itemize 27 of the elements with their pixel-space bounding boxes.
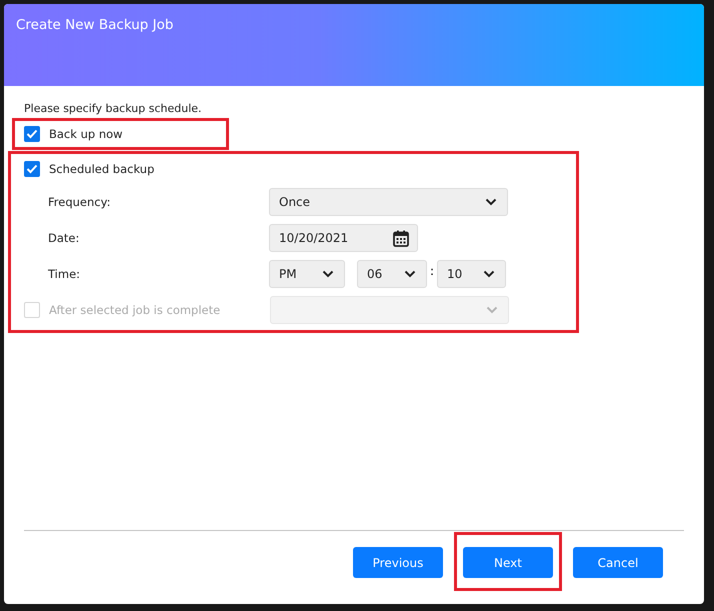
- checkbox-label: Scheduled backup: [49, 162, 154, 176]
- field-label: Time:: [48, 267, 82, 281]
- checkbox-label: Back up now: [49, 127, 123, 141]
- time-separator: :: [428, 264, 436, 278]
- dialog-button[interactable]: Next: [463, 547, 553, 578]
- checkbox[interactable]: [24, 161, 40, 177]
- calendar-icon: [393, 230, 409, 246]
- instruction-text: Please specify backup schedule.: [24, 102, 203, 117]
- field-label: Date:: [48, 231, 80, 245]
- date-field[interactable]: 10/20/2021: [269, 224, 418, 252]
- chevron-icon: [404, 270, 416, 278]
- dialog-title: Create New Backup Job: [15, 16, 174, 33]
- dropdown[interactable]: Once: [269, 188, 508, 216]
- chevron-icon: [322, 270, 334, 278]
- dropdown[interactable]: 06: [357, 260, 427, 288]
- chevron-icon: [486, 306, 498, 314]
- checkbox-label: After selected job is complete: [49, 303, 222, 317]
- dropdown[interactable]: PM: [269, 260, 345, 288]
- dropdown[interactable]: 10: [437, 260, 506, 288]
- chevron-icon: [485, 198, 497, 206]
- dialog-button[interactable]: Previous: [353, 547, 443, 578]
- checkbox[interactable]: [24, 126, 40, 142]
- chevron-icon: [483, 270, 495, 278]
- check-icon: [26, 129, 38, 139]
- field-label: Frequency:: [48, 195, 112, 209]
- dialog-button[interactable]: Cancel: [573, 547, 663, 578]
- check-icon: [26, 164, 38, 174]
